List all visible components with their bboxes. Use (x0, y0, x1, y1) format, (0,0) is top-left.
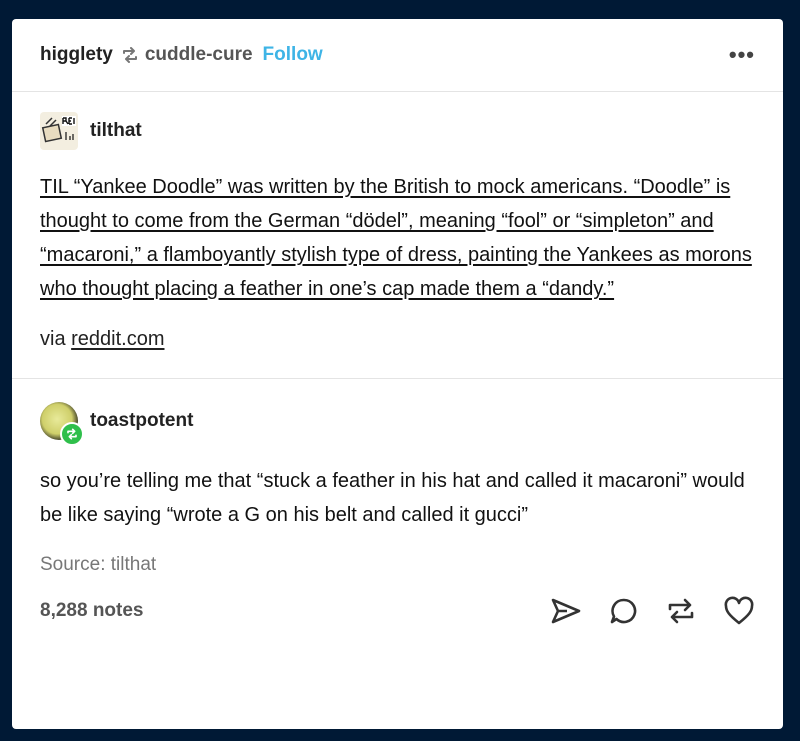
post-footer: 8,288 notes (12, 596, 783, 626)
reblog-badge-icon (60, 422, 84, 446)
toastpotent-avatar[interactable] (40, 402, 84, 446)
original-author-name[interactable]: tilthat (90, 120, 142, 142)
reply-icon[interactable] (609, 596, 639, 626)
section-divider (12, 378, 783, 379)
original-author-row: tilthat (40, 111, 755, 151)
post-header: higglety cuddle-cure Follow ••• (12, 19, 783, 92)
reblog-author-name[interactable]: toastpotent (90, 410, 193, 432)
reblog-body: so you’re telling me that “stuck a feath… (40, 470, 745, 526)
original-post-link-text[interactable]: TIL “Yankee Doodle” was written by the B… (40, 176, 752, 300)
via-line: via reddit.com (40, 328, 755, 351)
tilthat-avatar[interactable] (40, 112, 78, 150)
reblogged-from-username[interactable]: cuddle-cure (145, 44, 253, 66)
follow-button[interactable]: Follow (263, 44, 323, 66)
via-link[interactable]: reddit.com (71, 328, 164, 350)
reblogger-username[interactable]: higglety (40, 44, 113, 66)
source-line[interactable]: Source: tilthat (40, 554, 755, 576)
original-post-body[interactable]: TIL “Yankee Doodle” was written by the B… (40, 170, 755, 306)
reblog-small-icon (121, 47, 139, 63)
reblog-icon[interactable] (665, 596, 697, 626)
post-card: higglety cuddle-cure Follow ••• tilthat … (12, 19, 783, 729)
more-options-icon[interactable]: ••• (729, 42, 755, 68)
like-heart-icon[interactable] (723, 596, 755, 626)
post-actions (549, 596, 755, 626)
notes-count[interactable]: 8,288 notes (40, 600, 144, 622)
reblog-comment: toastpotent so you’re telling me that “s… (12, 401, 783, 576)
via-prefix: via (40, 328, 72, 350)
reblog-author-row: toastpotent (40, 401, 755, 446)
original-post: tilthat TIL “Yankee Doodle” was written … (12, 111, 783, 351)
share-icon[interactable] (549, 596, 583, 626)
